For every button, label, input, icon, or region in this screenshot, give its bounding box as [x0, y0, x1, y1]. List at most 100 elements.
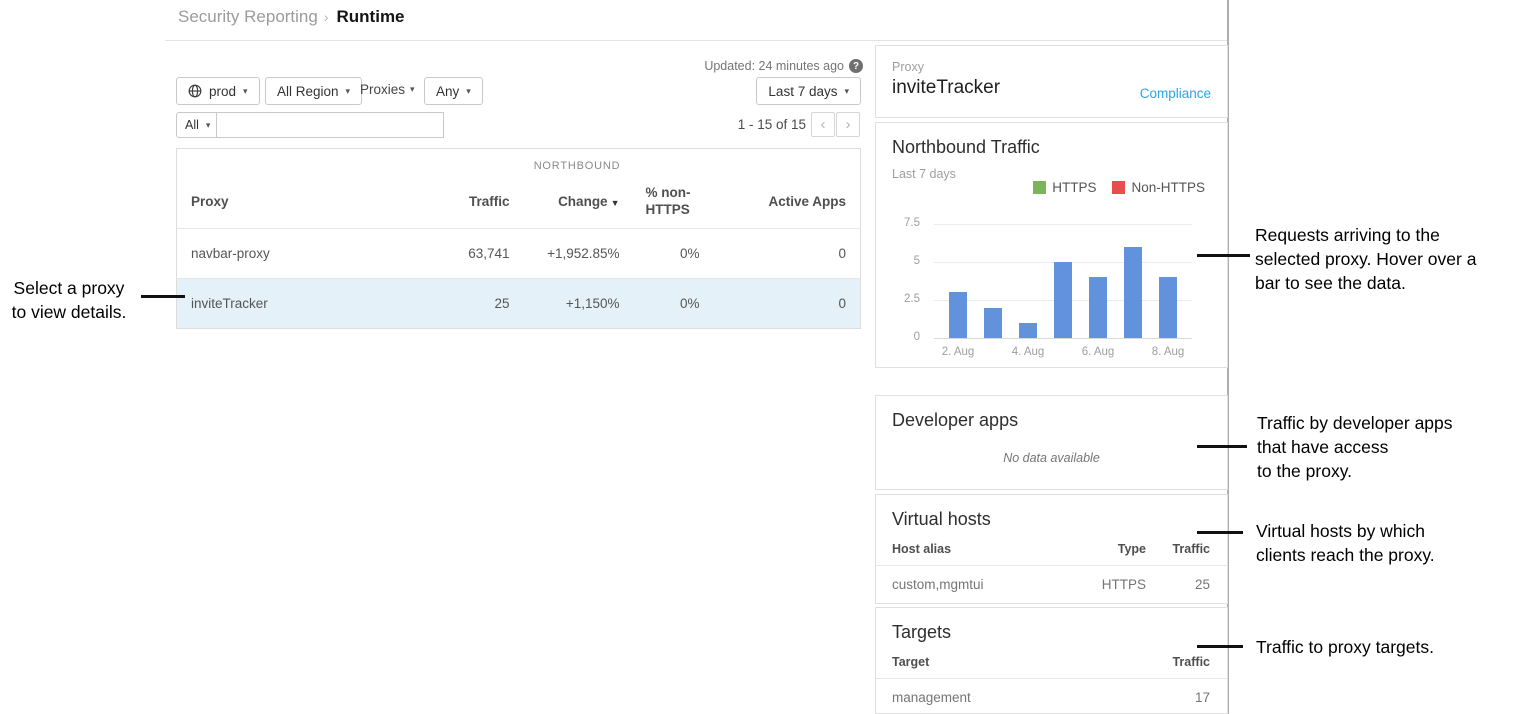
annotation-virtual-hosts: Virtual hosts by which clients reach the… — [1256, 519, 1506, 567]
proxies-label: Proxies — [360, 82, 405, 97]
traffic-cell: 25 — [427, 279, 512, 329]
chart-bar-7aug[interactable] — [1124, 247, 1142, 338]
virtual-hosts-header-row: Host alias Type Traffic — [876, 530, 1227, 566]
active-apps-cell: 0 — [728, 279, 861, 329]
search-scope-label: All — [185, 118, 199, 132]
region-dropdown[interactable]: All Region ▾ — [265, 77, 362, 105]
active-apps-cell: 0 — [728, 229, 861, 279]
northbound-traffic-title: Northbound Traffic — [892, 137, 1211, 158]
developer-apps-title: Developer apps — [892, 410, 1211, 431]
column-header-active-apps[interactable]: Active Apps — [728, 175, 861, 229]
legend-item-non-https: Non-HTTPS — [1112, 180, 1205, 195]
page-title: Runtime — [337, 7, 405, 27]
proxies-dropdown[interactable]: Proxies ▾ — [360, 82, 415, 97]
x-tick-label: 2. Aug — [928, 346, 988, 358]
annotation-targets: Traffic to proxy targets. — [1256, 635, 1516, 659]
type-value: HTTPS — [1076, 577, 1146, 592]
proxy-row-invitetracker-selected[interactable]: inviteTracker 25 +1,150% 0% 0 — [177, 279, 861, 329]
traffic-column-header: Traffic — [1146, 542, 1210, 556]
chart-bar-6aug[interactable] — [1089, 277, 1107, 338]
target-column-header: Target — [892, 655, 1146, 669]
x-tick-label: 6. Aug — [1068, 346, 1128, 358]
chart-bar-3aug[interactable] — [984, 308, 1002, 338]
northbound-traffic-card: Northbound Traffic Last 7 days HTTPS Non… — [875, 122, 1228, 368]
target-value: management — [892, 690, 1146, 705]
chevron-down-icon: ▾ — [466, 86, 471, 97]
column-header-traffic[interactable]: Traffic — [427, 175, 512, 229]
x-tick-label: 4. Aug — [998, 346, 1058, 358]
annotation-line-chart — [1197, 254, 1250, 257]
search-scope-dropdown[interactable]: All ▾ — [176, 112, 219, 138]
chart-bar-2aug[interactable] — [949, 292, 967, 338]
traffic-cell: 63,741 — [427, 229, 512, 279]
annotation-select-proxy: Select a proxy to view details. — [0, 276, 138, 324]
compliance-link[interactable]: Compliance — [1140, 86, 1211, 101]
virtual-hosts-title: Virtual hosts — [892, 509, 1211, 530]
y-tick-label: 5 — [876, 255, 920, 267]
chevron-down-icon: ▾ — [243, 86, 248, 97]
chevron-down-icon: ▾ — [844, 86, 849, 97]
chart-bar-8aug[interactable] — [1159, 277, 1177, 338]
any-label: Any — [436, 84, 459, 99]
y-tick-label: 7.5 — [876, 217, 920, 229]
previous-page-button[interactable]: ‹ — [811, 112, 835, 137]
table-header-row: Proxy Traffic Change▼ % non-HTTPS Active… — [177, 175, 861, 229]
targets-header-row: Target Traffic — [876, 643, 1227, 679]
chart-bar-4aug[interactable] — [1019, 323, 1037, 338]
updated-status: Updated: 24 minutes ago ? — [704, 59, 863, 73]
traffic-value: 25 — [1146, 577, 1210, 592]
annotation-line-developer-apps — [1197, 445, 1247, 448]
x-tick-label: 8. Aug — [1138, 346, 1198, 358]
column-header-proxy[interactable]: Proxy — [177, 175, 427, 229]
globe-icon — [188, 84, 202, 98]
gridline — [934, 338, 1192, 339]
chevron-down-icon: ▾ — [206, 120, 211, 131]
no-data-message: No data available — [876, 451, 1227, 465]
pagination-range: 1 - 15 of 15 — [738, 117, 806, 132]
annotation-line-virtual-hosts — [1197, 531, 1243, 534]
search-input[interactable] — [216, 112, 444, 138]
pct-non-https-cell: 0% — [622, 279, 728, 329]
proxy-row-navbar-proxy[interactable]: navbar-proxy 63,741 +1,952.85% 0% 0 — [177, 229, 861, 279]
annotation-chart: Requests arriving to the selected proxy.… — [1255, 223, 1516, 295]
y-tick-label: 2.5 — [876, 293, 920, 305]
breadcrumb-section[interactable]: Security Reporting — [178, 7, 318, 27]
host-alias-column-header: Host alias — [892, 542, 1076, 556]
chart-subtitle: Last 7 days — [892, 167, 956, 181]
page: Security Reporting › Runtime Updated: 24… — [0, 0, 1516, 714]
proxy-table: NORTHBOUND Proxy Traffic Change▼ % non-H… — [176, 148, 861, 329]
table-group-header-row: NORTHBOUND — [177, 149, 861, 175]
northbound-chart-plot: 2. Aug4. Aug6. Aug8. Aug — [934, 224, 1192, 338]
annotation-developer-apps: Traffic by developer apps that have acce… — [1257, 411, 1507, 483]
non-https-swatch-icon — [1112, 181, 1125, 194]
updated-text: Updated: 24 minutes ago — [704, 59, 844, 73]
traffic-column-header: Traffic — [1146, 655, 1210, 669]
change-cell: +1,150% — [512, 279, 622, 329]
help-icon[interactable]: ? — [849, 59, 863, 73]
host-alias-value: custom,mgmtui — [892, 577, 1076, 592]
breadcrumb: Security Reporting › Runtime — [178, 7, 405, 27]
proxy-cell[interactable]: navbar-proxy — [177, 229, 427, 279]
column-header-change[interactable]: Change▼ — [512, 175, 622, 229]
chart-legend: HTTPS Non-HTTPS — [1033, 180, 1205, 195]
date-range-label: Last 7 days — [768, 84, 837, 99]
virtual-hosts-card: Virtual hosts Host alias Type Traffic cu… — [875, 494, 1228, 604]
chevron-down-icon: ▾ — [346, 86, 351, 97]
any-dropdown[interactable]: Any ▾ — [424, 77, 483, 105]
northbound-group-header: NORTHBOUND — [427, 149, 728, 175]
proxy-detail-header-card: Proxy inviteTracker Compliance — [875, 45, 1228, 118]
column-header-change-label: Change — [558, 194, 608, 209]
annotation-line-targets — [1197, 645, 1243, 648]
next-page-button[interactable]: › — [836, 112, 860, 137]
proxy-cell[interactable]: inviteTracker — [177, 279, 427, 329]
legend-item-https: HTTPS — [1033, 180, 1096, 195]
legend-label: HTTPS — [1052, 180, 1096, 195]
header-divider — [165, 40, 1228, 41]
virtual-host-row: custom,mgmtui HTTPS 25 — [876, 566, 1227, 592]
environment-dropdown[interactable]: prod ▾ — [176, 77, 260, 105]
chart-bar-5aug[interactable] — [1054, 262, 1072, 338]
pct-non-https-cell: 0% — [622, 229, 728, 279]
column-header-pct-non-https[interactable]: % non-HTTPS — [622, 175, 728, 229]
type-column-header: Type — [1076, 542, 1146, 556]
date-range-dropdown[interactable]: Last 7 days ▾ — [756, 77, 861, 105]
